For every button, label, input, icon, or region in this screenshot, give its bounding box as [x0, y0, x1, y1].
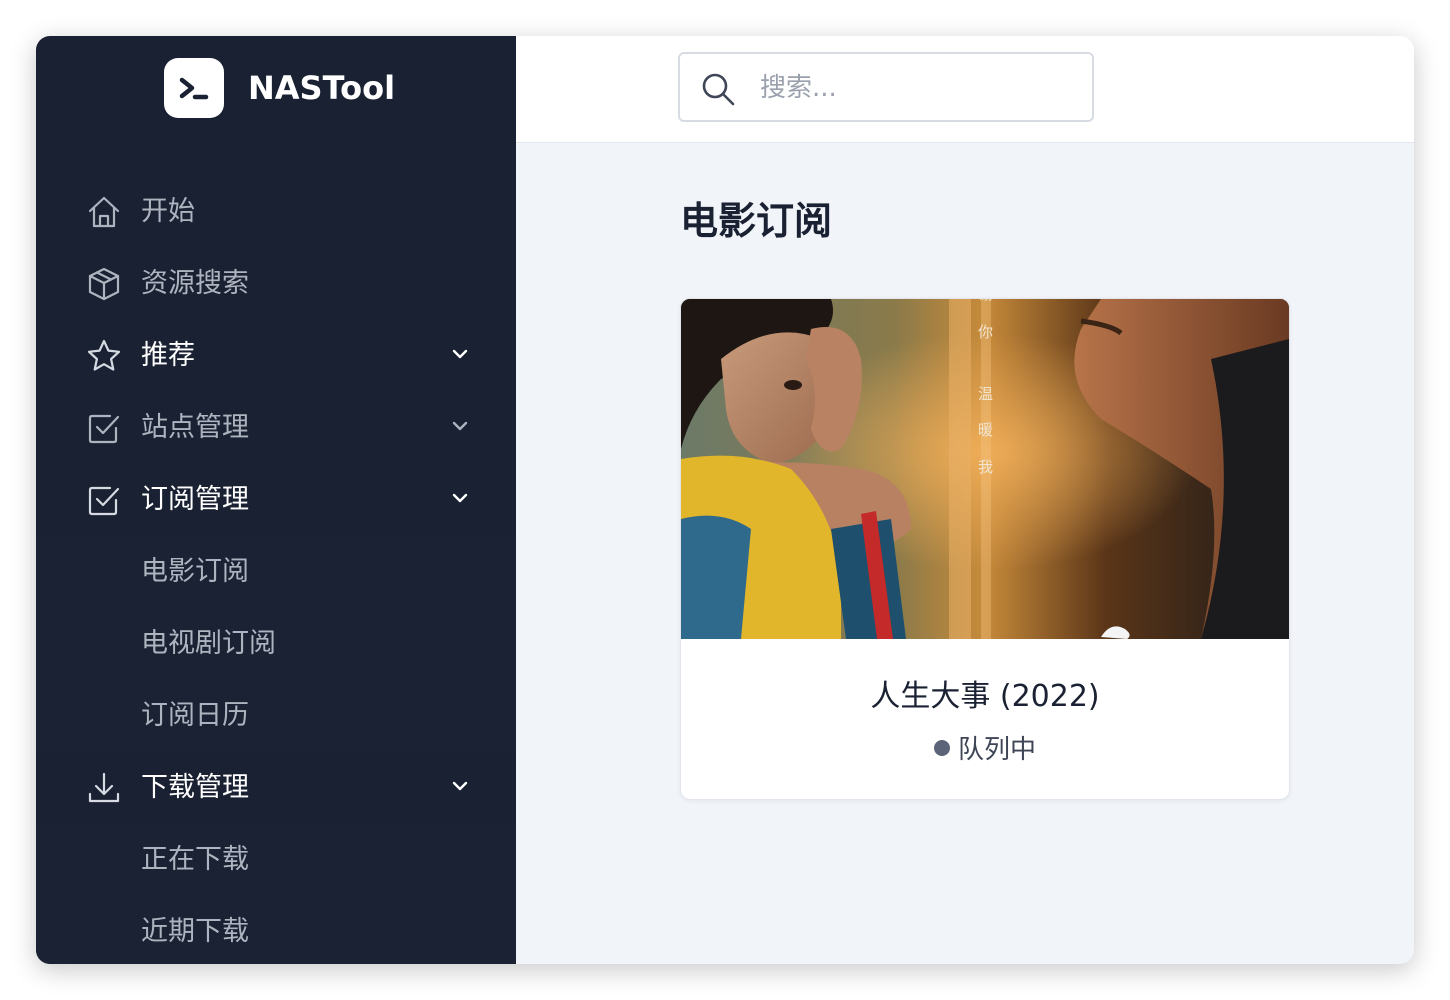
movie-title: 人生大事 (2022) [870, 679, 1100, 714]
sidebar-item-label: 电影订阅 [141, 556, 249, 587]
sidebar-item-recent-downloads[interactable]: 近期下载 [36, 896, 516, 964]
chevron-down-icon[interactable] [450, 344, 470, 364]
search-input[interactable] [758, 62, 1082, 114]
star-icon [86, 338, 122, 374]
chevron-down-icon[interactable] [450, 776, 470, 796]
sidebar-item-resource-search[interactable]: 资源搜索 [36, 248, 516, 320]
status-dot-icon [933, 739, 950, 756]
sidebar: NASTool 开始 资源搜索 推荐 站点管理 订阅管理 电影订阅 电视剧订阅 … [36, 36, 516, 964]
poster-text-char: 你 [978, 323, 993, 341]
movie-card[interactable]: 谢 你 温 暖 我 人生大事 (2022) 队列中 [680, 298, 1290, 800]
submenu-subscription: 电影订阅 电视剧订阅 订阅日历 [36, 536, 516, 752]
chevron-down-icon[interactable] [450, 416, 470, 436]
sidebar-item-label: 下载管理 [141, 772, 249, 803]
top-header [516, 36, 1414, 143]
sidebar-item-label: 推荐 [141, 340, 195, 371]
brand-name: NASTool [248, 69, 396, 107]
download-icon [86, 770, 122, 806]
checkbox-icon [86, 482, 122, 518]
sidebar-item-tv-subscription[interactable]: 电视剧订阅 [36, 608, 516, 680]
movie-poster[interactable]: 谢 你 温 暖 我 [681, 299, 1289, 639]
sidebar-item-subscription-management[interactable]: 订阅管理 [36, 464, 516, 536]
poster-text-char: 温 [978, 385, 993, 403]
sidebar-item-label: 订阅日历 [141, 700, 249, 731]
sidebar-item-movie-subscription[interactable]: 电影订阅 [36, 536, 516, 608]
sidebar-item-label: 电视剧订阅 [141, 628, 276, 659]
sidebar-item-label: 开始 [141, 196, 195, 227]
search-icon [700, 71, 736, 107]
poster-text-char: 暖 [978, 421, 993, 439]
status-text: 队列中 [957, 735, 1036, 765]
poster-text-char: 谢 [978, 299, 993, 303]
page-title: 电影订阅 [680, 199, 833, 243]
sidebar-item-downloading[interactable]: 正在下载 [36, 824, 516, 896]
terminal-prompt-icon [164, 58, 224, 118]
sidebar-item-label: 正在下载 [141, 844, 249, 875]
movie-status: 队列中 [681, 729, 1289, 766]
sidebar-item-start[interactable]: 开始 [36, 176, 516, 248]
home-icon [86, 194, 122, 230]
sidebar-item-subscription-calendar[interactable]: 订阅日历 [36, 680, 516, 752]
sidebar-item-label: 资源搜索 [141, 268, 249, 299]
sidebar-item-label: 订阅管理 [141, 484, 249, 515]
search-box[interactable] [678, 52, 1094, 122]
sidebar-item-label: 站点管理 [141, 412, 249, 443]
sidebar-item-recommend[interactable]: 推荐 [36, 320, 516, 392]
package-icon [86, 266, 122, 302]
app-window: NASTool 开始 资源搜索 推荐 站点管理 订阅管理 电影订阅 电视剧订阅 … [36, 36, 1414, 964]
sidebar-item-label: 近期下载 [141, 916, 249, 947]
submenu-download: 正在下载 近期下载 [36, 824, 516, 964]
brand[interactable]: NASTool [164, 58, 395, 118]
poster-text-char: 我 [978, 458, 993, 476]
sidebar-nav: 开始 资源搜索 推荐 站点管理 订阅管理 电影订阅 电视剧订阅 订阅日历 下载管… [36, 176, 516, 964]
sidebar-item-download-management[interactable]: 下载管理 [36, 752, 516, 824]
checkbox-icon [86, 410, 122, 446]
sidebar-item-site-management[interactable]: 站点管理 [36, 392, 516, 464]
chevron-down-icon[interactable] [450, 488, 470, 508]
